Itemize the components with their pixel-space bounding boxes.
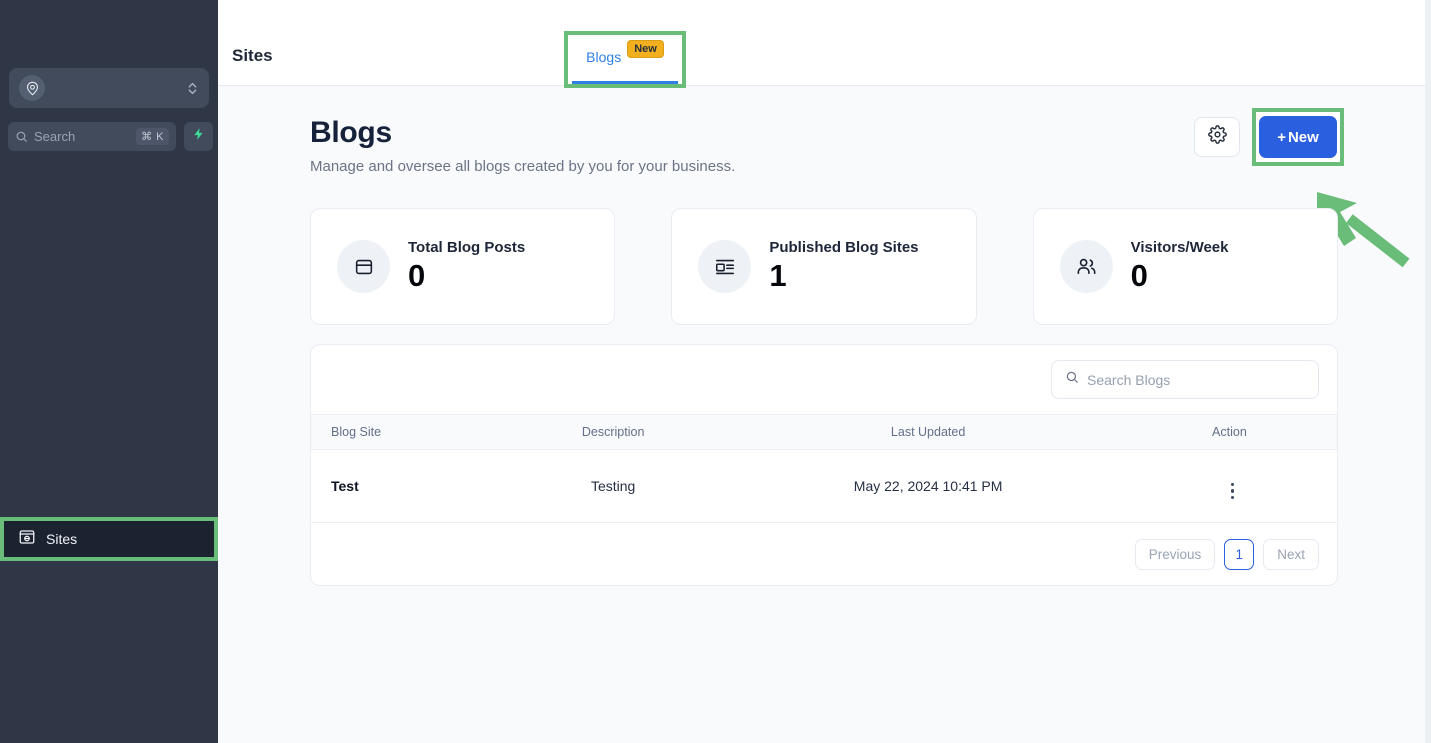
page-title: Blogs xyxy=(310,116,392,149)
tab-new-badge: New xyxy=(627,39,664,58)
main-area: Sites Blogs New Blogs Manage and oversee… xyxy=(218,0,1431,743)
stat-value: 0 xyxy=(1130,258,1148,294)
pagination-previous-button[interactable]: Previous xyxy=(1134,538,1216,570)
kebab-menu-icon[interactable] xyxy=(1230,482,1235,499)
cell-blog-site: Test xyxy=(331,478,359,494)
users-icon xyxy=(1059,240,1113,293)
quick-action-button[interactable] xyxy=(184,122,213,151)
gear-icon xyxy=(1207,125,1227,149)
search-shortcut-badge: ⌘ K xyxy=(136,128,169,145)
plus-icon: + xyxy=(1277,128,1286,146)
stat-cards: Total Blog Posts 0 Published Blog Sites … xyxy=(310,208,1338,325)
stat-card: Total Blog Posts 0 xyxy=(310,208,616,325)
stat-value: 1 xyxy=(769,258,787,294)
table-header-row: Blog Site Description Last Updated Actio… xyxy=(311,414,1337,450)
stat-label: Published Blog Sites xyxy=(769,239,919,257)
sites-window-globe-icon xyxy=(18,528,36,551)
column-header-last-updated: Last Updated xyxy=(890,425,966,439)
new-button-highlight: + New xyxy=(1252,108,1344,166)
lightning-bolt-icon xyxy=(192,127,206,146)
topbar-title: Sites xyxy=(232,46,273,65)
new-button[interactable]: + New xyxy=(1259,116,1337,158)
sidebar-search-row: Search ⌘ K xyxy=(8,122,213,151)
column-header-action: Action xyxy=(1212,425,1247,439)
tab-active-underline xyxy=(572,81,678,84)
blogs-table: Blog Site Description Last Updated Actio… xyxy=(311,414,1337,523)
stat-label: Visitors/Week xyxy=(1130,239,1229,257)
sidebar-item-label: Sites xyxy=(46,531,78,547)
location-pin-avatar-icon xyxy=(19,75,45,101)
pagination-next-button[interactable]: Next xyxy=(1263,538,1319,570)
search-icon xyxy=(1065,370,1079,389)
stat-card: Published Blog Sites 1 xyxy=(671,208,977,325)
tab-label: Blogs xyxy=(586,48,622,65)
page-subtitle: Manage and oversee all blogs created by … xyxy=(310,158,736,175)
table-toolbar: Search Blogs xyxy=(311,345,1337,414)
stat-value: 0 xyxy=(408,258,426,294)
column-header-blog-site: Blog Site xyxy=(331,425,382,439)
table-body: Test Testing May 22, 2024 10:41 PM xyxy=(311,450,1337,523)
blogs-search-placeholder: Search Blogs xyxy=(1087,371,1171,388)
sidebar-item-sites-highlight: Sites xyxy=(0,517,218,561)
sidebar-item-sites[interactable]: Sites xyxy=(4,521,214,557)
sidebar: Search ⌘ K Sites xyxy=(0,0,218,743)
chevron-up-down-icon xyxy=(186,80,199,97)
stat-card: Visitors/Week 0 xyxy=(1032,208,1338,325)
pagination-page-1[interactable]: 1 xyxy=(1224,538,1255,570)
search-icon xyxy=(15,130,28,143)
tab-blogs-highlight: Blogs New xyxy=(564,31,686,88)
stat-label: Total Blog Posts xyxy=(408,239,526,257)
tab-blogs[interactable]: Blogs New xyxy=(568,35,682,84)
scrollbar-track[interactable] xyxy=(1425,0,1431,743)
table-row[interactable]: Test Testing May 22, 2024 10:41 PM xyxy=(311,450,1337,523)
page-header: Blogs Manage and oversee all blogs creat… xyxy=(310,116,735,175)
cell-description: Testing xyxy=(590,478,636,494)
page-header-actions: + New xyxy=(1194,108,1344,166)
new-button-label: New xyxy=(1287,128,1319,146)
blogs-search-input[interactable]: Search Blogs xyxy=(1051,360,1319,399)
pagination: Previous 1 Next xyxy=(311,523,1337,585)
cell-last-updated: May 22, 2024 10:41 PM xyxy=(853,478,1003,494)
table-header: Blog Site Description Last Updated Actio… xyxy=(311,414,1337,450)
workspace-selector[interactable] xyxy=(9,68,209,108)
column-header-description: Description xyxy=(581,425,645,439)
search-input[interactable]: Search ⌘ K xyxy=(8,122,176,151)
newspaper-icon xyxy=(698,240,752,293)
window-panel-icon xyxy=(337,240,390,293)
topbar: Sites Blogs New xyxy=(218,0,1431,88)
search-placeholder: Search xyxy=(34,129,76,144)
cell-action xyxy=(1150,450,1337,523)
app-root: Search ⌘ K Sites Sites Blogs New Blogs M… xyxy=(0,0,1431,743)
blogs-table-card: Search Blogs Blog Site Description Last … xyxy=(310,344,1338,586)
settings-button[interactable] xyxy=(1194,117,1240,157)
